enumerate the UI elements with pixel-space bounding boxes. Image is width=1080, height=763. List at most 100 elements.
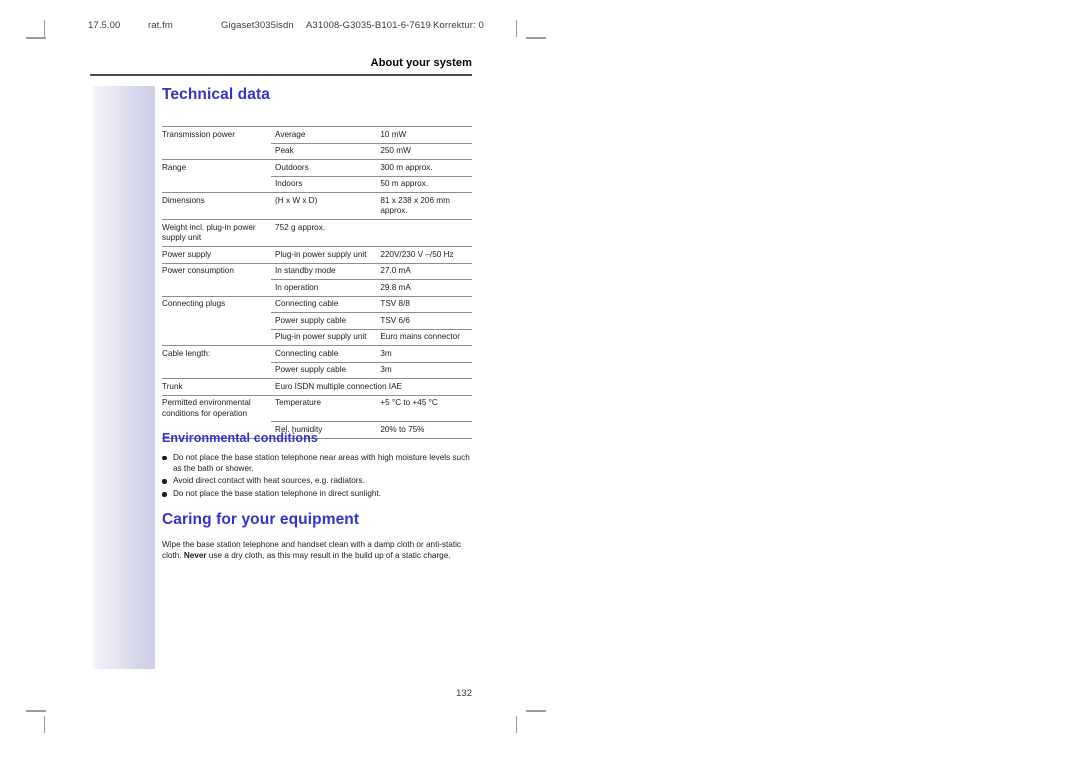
spec-value-cell: 81 x 238 x 206 mm approx. (376, 192, 472, 220)
specifications-table: Transmission power Average 10 mW Peak 250 mW… (162, 126, 472, 439)
spec-parameter-cell: Temperature (271, 394, 377, 422)
spec-value-cell: 50 m approx. (376, 175, 472, 193)
caring-for-equipment-paragraph: Wipe the base station telephone and hand… (162, 540, 472, 562)
spec-value-cell: Euro mains connector (376, 328, 472, 346)
spec-value-cell: 29.8 mA (376, 279, 472, 296)
spec-value-cell: 752 g approx. (271, 219, 472, 247)
heading-environmental-conditions: Environmental conditions (162, 431, 318, 445)
environmental-conditions-block: Environmental conditions Do not place th… (162, 431, 472, 502)
spec-label-cell: Range (162, 159, 272, 176)
table-row: Indoors 50 m approx. (162, 175, 472, 193)
spec-parameter-cell: Power supply cable (271, 312, 377, 329)
spec-label-cell: Permitted environmental conditions for o… (162, 394, 272, 422)
running-header-filename: rat.fm (148, 20, 173, 31)
spec-label-cell (162, 362, 271, 379)
spec-value-cell: 250 mW (376, 142, 472, 160)
crop-mark-bottom-right-horizontal (526, 710, 546, 712)
spec-value-cell: Euro ISDN multiple connection IAE (271, 378, 472, 395)
spec-parameter-cell: Connecting cable (271, 295, 377, 313)
bullet-dot-icon (162, 479, 167, 484)
specifications-table-body: Transmission power Average 10 mW Peak 250 mW… (162, 126, 472, 439)
spec-label-cell (162, 143, 271, 160)
spec-label-cell (162, 280, 271, 297)
spec-label-cell: Dimensions (162, 192, 272, 220)
spec-label-cell: Cable length: (162, 345, 272, 362)
running-header-date: 17.5.00 (88, 20, 121, 31)
caring-paragraph-part-2: use a dry cloth, as this may result in t… (206, 550, 451, 560)
spec-parameter-cell: Connecting cable (271, 345, 377, 362)
running-header-doc-number: A31008-G3035-B101-6-7619 (306, 20, 431, 31)
spec-value-cell: 220V/230 V –/50 Hz (376, 246, 472, 263)
table-row: Range Outdoors 300 m approx. (162, 159, 472, 176)
crop-mark-bottom-right-vertical (516, 716, 517, 733)
table-row: Power consumption In standby mode 27.0 mA (162, 262, 472, 280)
spec-parameter-cell: In standby mode (271, 262, 377, 280)
crop-mark-top-left-vertical (44, 20, 45, 37)
page-sheet: 17.5.00 rat.fm Gigaset3035isdn A31008-G3… (0, 0, 1080, 763)
spec-parameter-cell: Plug-in power supply unit (271, 328, 377, 346)
table-row: Cable length: Connecting cable 3m (162, 345, 472, 362)
crop-mark-top-right-horizontal (526, 37, 546, 39)
table-row: Peak 250 mW (162, 142, 472, 160)
crop-mark-top-left-horizontal (26, 37, 46, 39)
environmental-conditions-list: Do not place the base station telephone … (162, 453, 472, 500)
chapter-title: About your system (370, 57, 472, 69)
spec-label-cell: Power supply (162, 246, 272, 263)
heading-caring-for-equipment: Caring for your equipment (162, 511, 360, 528)
heading-technical-data: Technical data (162, 86, 270, 103)
table-row: Weight incl. plug-in power supply unit 75… (162, 219, 472, 247)
list-item-label: Avoid direct contact with heat sources, … (173, 476, 365, 486)
spec-value-cell: 27.0 mA (376, 262, 472, 280)
bullet-dot-icon (162, 455, 167, 461)
decorative-side-bar (93, 86, 155, 669)
spec-value-cell: 300 m approx. (376, 159, 472, 176)
crop-mark-bottom-left-horizontal (26, 710, 46, 712)
spec-value-cell: 10 mW (376, 126, 472, 143)
spec-parameter-cell: Outdoors (271, 159, 377, 176)
spec-label-cell: Transmission power (162, 126, 272, 143)
table-row: Transmission power Average 10 mW (162, 126, 472, 143)
spec-parameter-cell: Average (271, 126, 377, 143)
page-number: 132 (456, 688, 472, 699)
spec-parameter-cell: Plug-in power supply unit (271, 246, 377, 263)
caring-paragraph-emphasis: Never (183, 550, 207, 560)
table-row: Plug-in power supply unit Euro mains conn… (162, 328, 472, 346)
spec-value-cell: 3m (376, 345, 472, 362)
table-row: Permitted environmental conditions for o… (162, 394, 472, 422)
table-row: Power supply cable 3m (162, 361, 472, 379)
running-header-correction: Korrektur: 0 (433, 20, 484, 31)
spec-parameter-cell: In operation (271, 279, 377, 296)
spec-label-cell: Trunk (162, 378, 272, 395)
table-row: Power supply cable TSV 6/6 (162, 312, 472, 330)
spec-value-cell: TSV 6/6 (376, 312, 472, 329)
list-item: Avoid direct contact with heat sources, … (162, 476, 472, 487)
spec-label-cell: Power consumption (162, 262, 272, 280)
table-row: Dimensions (H x W x D) 81 x 238 x 206 mm a… (162, 192, 472, 220)
spec-label-cell (162, 329, 271, 346)
list-item: Do not place the base station telephone … (162, 489, 472, 500)
bullet-dot-icon (162, 492, 167, 497)
spec-label-cell (162, 176, 271, 193)
table-row: Trunk Euro ISDN multiple connection IAE (162, 378, 472, 395)
spec-label-cell (162, 313, 271, 330)
header-divider (90, 74, 472, 76)
spec-value-cell: TSV 8/8 (376, 295, 472, 313)
spec-parameter-cell: Peak (271, 142, 377, 160)
table-row: Power supply Plug-in power supply unit 220… (162, 246, 472, 263)
list-item-label: Do not place the base station telephone … (173, 452, 470, 473)
spec-parameter-cell: Power supply cable (271, 361, 377, 379)
list-item-label: Do not place the base station telephone … (173, 489, 382, 499)
list-item: Do not place the base station telephone … (162, 453, 472, 475)
spec-parameter-cell: (H x W x D) (271, 192, 377, 220)
table-row: Connecting plugs Connecting cable TSV 8/8 (162, 295, 472, 313)
running-header-model: Gigaset3035isdn (221, 20, 294, 31)
spec-label-cell: Weight incl. plug-in power supply unit (162, 219, 272, 247)
technical-data-block: Technical data (162, 86, 472, 103)
spec-label-cell: Connecting plugs (162, 295, 272, 313)
caring-for-equipment-block: Caring for your equipment Wipe the base … (162, 511, 472, 562)
spec-parameter-cell: Indoors (271, 175, 377, 193)
spec-value-cell: 3m (376, 361, 472, 379)
running-header: 17.5.00 rat.fm Gigaset3035isdn A31008-G3… (88, 20, 528, 38)
table-row: In operation 29.8 mA (162, 279, 472, 297)
crop-mark-bottom-left-vertical (44, 716, 45, 733)
